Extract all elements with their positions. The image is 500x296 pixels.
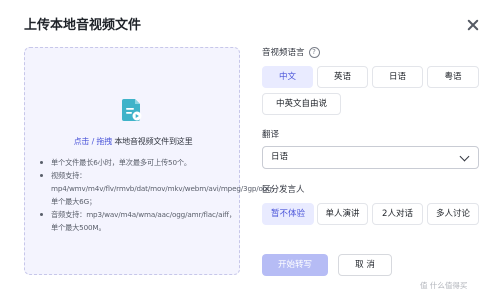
speaker-option-two[interactable]: 2人对话 <box>372 203 423 225</box>
speaker-label: 区分发言人 <box>262 185 305 195</box>
upload-dropzone[interactable]: 点击 / 拖拽 本地音视频文件到这里 单个文件最长6小时，单次最多可上传50个。… <box>24 47 279 275</box>
translation-label: 翻译 <box>262 130 280 140</box>
translation-select[interactable]: 日语 <box>262 146 479 169</box>
language-option-mixed[interactable]: 中英文自由说 <box>262 93 341 115</box>
help-icon[interactable]: ? <box>308 47 320 58</box>
video-file-icon <box>122 99 142 121</box>
chevron-down-icon <box>459 151 470 162</box>
rule-audio-formats: 音频支持：mp3/wav/m4a/wma/aac/ogg/amr/flac/ai… <box>37 208 237 234</box>
rule-duration: 单个文件最长6小时，单次最多可上传50个。 <box>37 156 237 169</box>
cancel-button[interactable]: 取 消 <box>338 254 392 276</box>
dialog-title: 上传本地音视频文件 <box>24 18 142 33</box>
watermark: 值 什么值得买 <box>420 281 468 290</box>
speaker-option-multi[interactable]: 多人讨论 <box>427 203 479 225</box>
drag-upload-text: 拖拽 <box>96 137 113 146</box>
language-label: 音视频语言 <box>262 48 305 58</box>
speaker-option-none[interactable]: 暂不体验 <box>262 203 314 225</box>
translation-value: 日语 <box>271 152 289 162</box>
start-transcribe-button[interactable]: 开始转写 <box>262 254 328 276</box>
language-option-english[interactable]: 英语 <box>317 66 368 88</box>
upload-rules: 单个文件最长6小时，单次最多可上传50个。 视频支持：mp4/wmv/m4v/f… <box>37 156 279 234</box>
rule-video-formats: 视频支持：mp4/wmv/m4v/flv/rmvb/dat/mov/mkv/we… <box>37 169 279 208</box>
upload-instruction: 点击 / 拖拽 本地音视频文件到这里 <box>25 136 241 147</box>
close-icon[interactable] <box>466 18 480 32</box>
speaker-option-single[interactable]: 单人演讲 <box>317 203 368 225</box>
click-upload-link[interactable]: 点击 <box>74 137 90 146</box>
upload-instruction-rest: 本地音视频文件到这里 <box>112 137 193 146</box>
language-option-cantonese[interactable]: 粤语 <box>427 66 479 88</box>
language-section-label: 音视频语言? <box>262 46 320 58</box>
language-option-chinese[interactable]: 中文 <box>262 66 313 88</box>
language-option-japanese[interactable]: 日语 <box>372 66 423 88</box>
